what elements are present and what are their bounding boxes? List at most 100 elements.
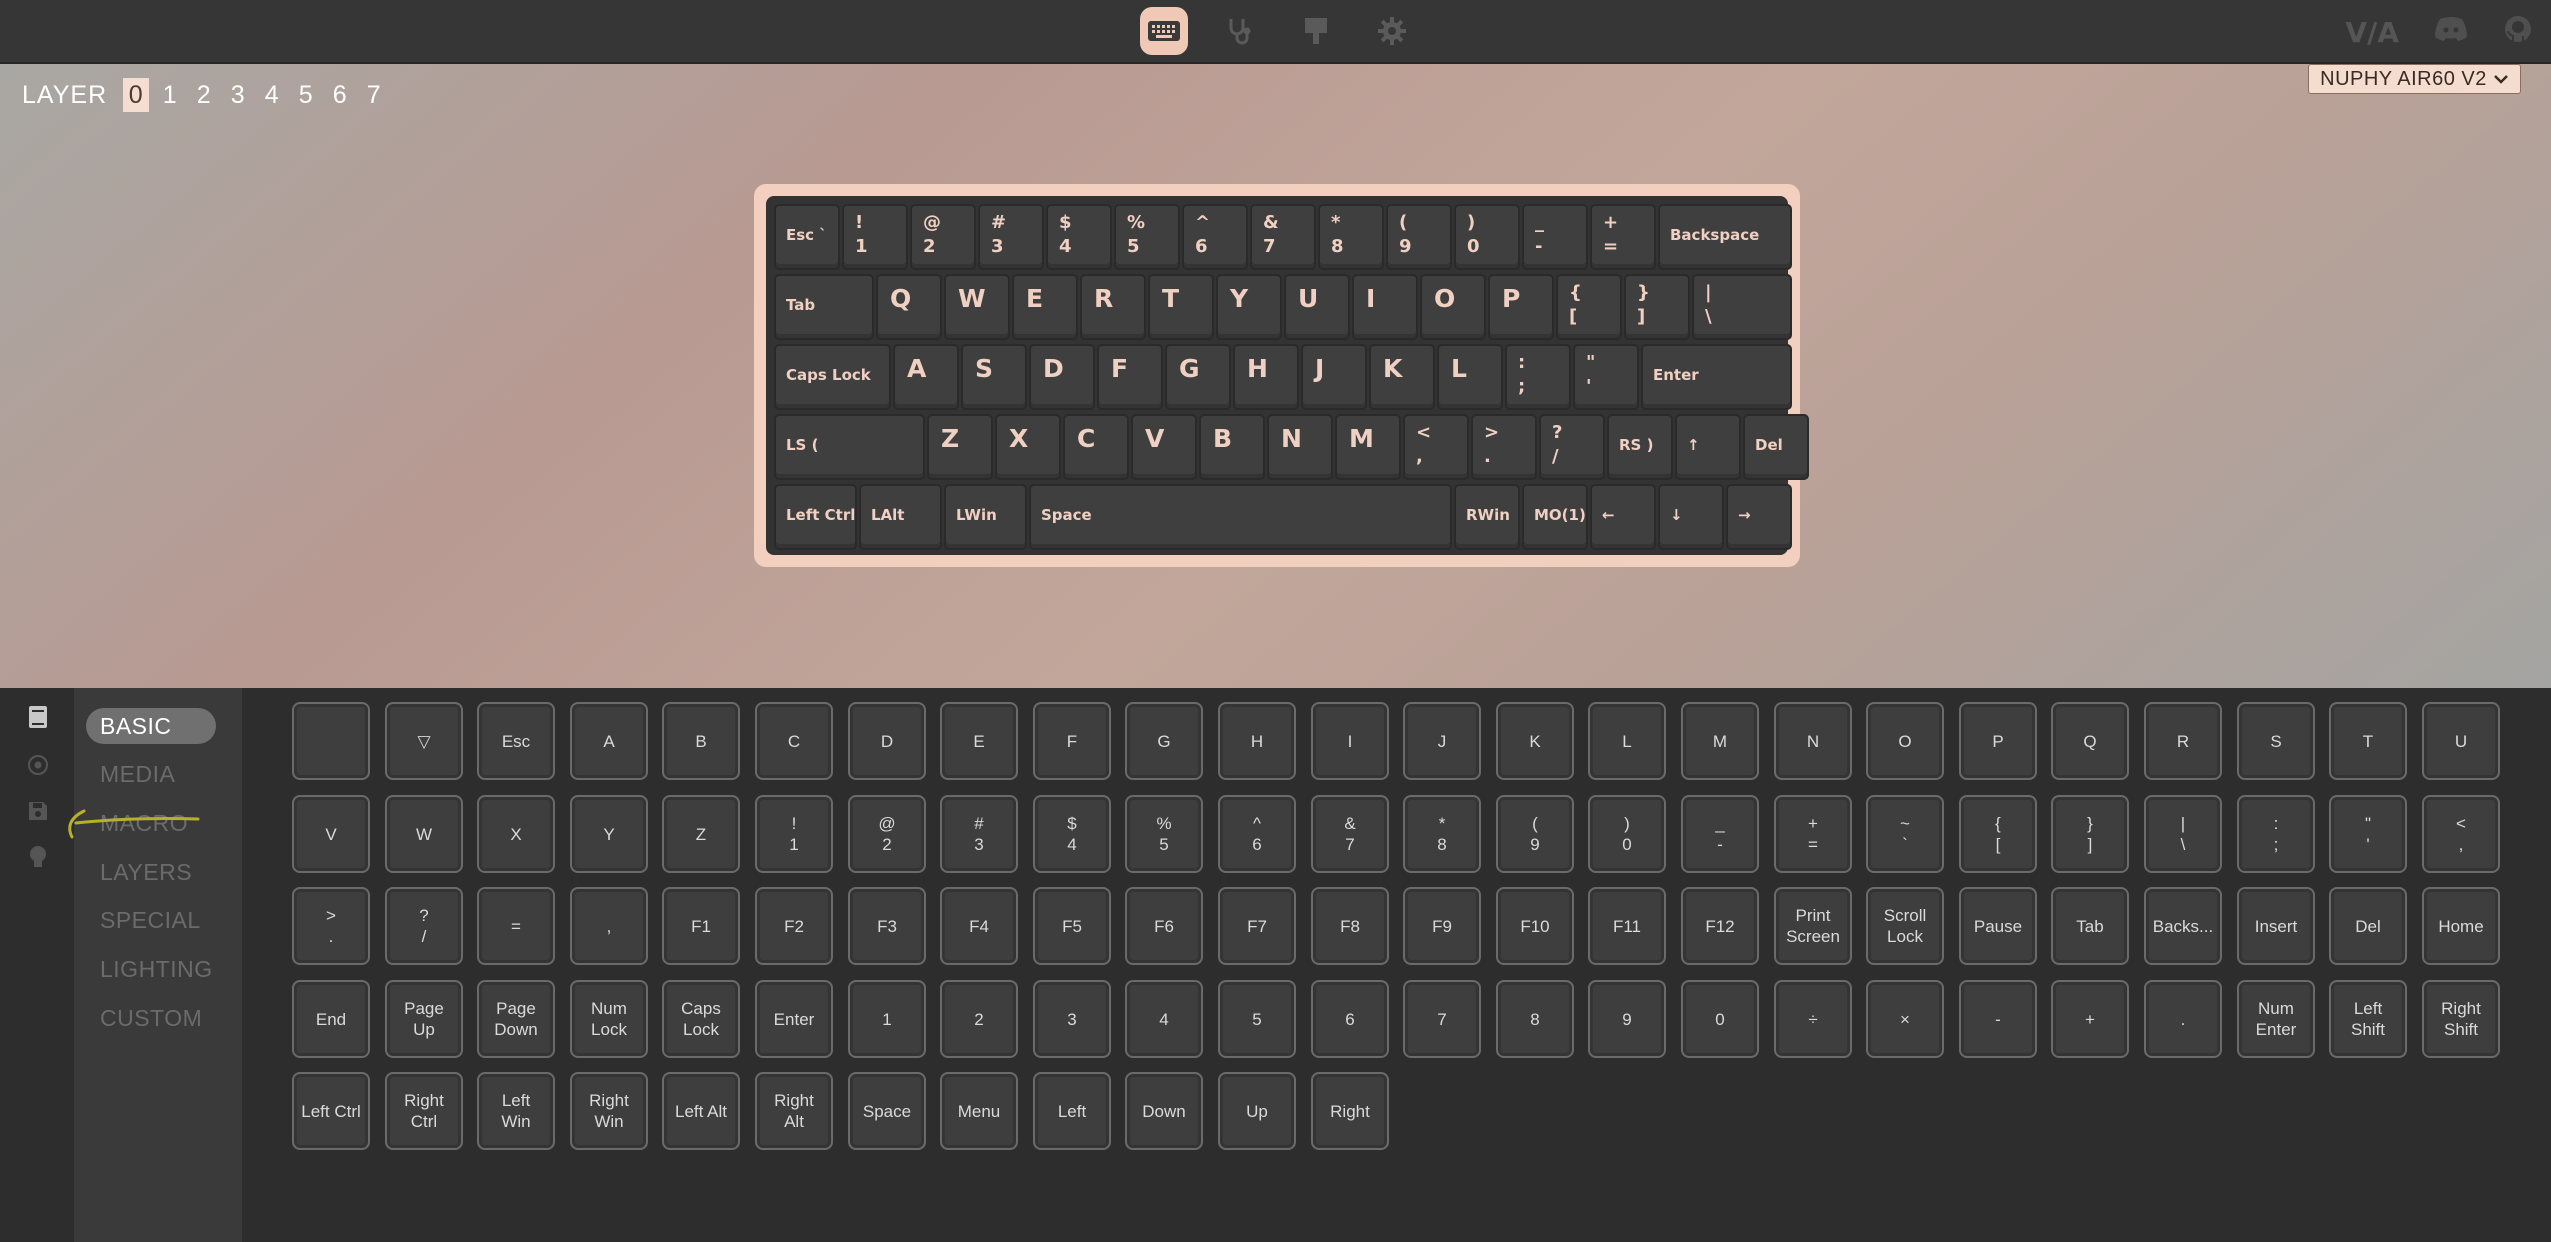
keycode-button[interactable]: R	[2144, 702, 2222, 780]
keymap-key[interactable]: B	[1199, 414, 1265, 480]
keymap-key[interactable]: }]	[1624, 274, 1690, 340]
keymap-key[interactable]: >.	[1471, 414, 1537, 480]
keycode-button[interactable]: | \	[2144, 795, 2222, 873]
keymap-key[interactable]: C	[1063, 414, 1129, 480]
keycode-button[interactable]: L	[1588, 702, 1666, 780]
keycode-button[interactable]: Left Ctrl	[292, 1072, 370, 1150]
keycode-button[interactable]: C	[755, 702, 833, 780]
keymap-key[interactable]: U	[1284, 274, 1350, 340]
keymap-key[interactable]: {[	[1556, 274, 1622, 340]
keycode-button[interactable]: 7	[1403, 980, 1481, 1058]
keymap-key[interactable]: | \	[1692, 274, 1792, 340]
keymap-key[interactable]: E	[1012, 274, 1078, 340]
layer-0-button[interactable]: 0	[123, 78, 150, 112]
keycode-button[interactable]: 3	[1033, 980, 1111, 1058]
keycode-button[interactable]: Left Win	[477, 1072, 555, 1150]
keycode-button[interactable]: Tab	[2051, 887, 2129, 965]
keymap-key[interactable]: X	[995, 414, 1061, 480]
keycode-button[interactable]: Left Shift	[2329, 980, 2407, 1058]
keymap-key[interactable]: LWin	[944, 484, 1027, 550]
keycode-button[interactable]: End	[292, 980, 370, 1058]
keycode-button[interactable]: 4	[1125, 980, 1203, 1058]
keycode-button[interactable]: E	[940, 702, 1018, 780]
keycode-button[interactable]: ^ 6	[1218, 795, 1296, 873]
keycode-button[interactable]: J	[1403, 702, 1481, 780]
keymap-key[interactable]: Space	[1029, 484, 1452, 550]
keymap-key[interactable]: ←	[1590, 484, 1656, 550]
menu-item-layers[interactable]: LAYERS	[86, 854, 216, 890]
keycode-button[interactable]: Left	[1033, 1072, 1111, 1150]
keycode-button[interactable]: F	[1033, 702, 1111, 780]
keycode-button[interactable]: O	[1866, 702, 1944, 780]
keymap-key[interactable]: + =	[1590, 204, 1656, 270]
keycode-button[interactable]: -	[1959, 980, 2037, 1058]
menu-item-media[interactable]: MEDIA	[86, 756, 216, 792]
keymap-key[interactable]: LAlt	[859, 484, 942, 550]
keymap-key[interactable]: ^ 6	[1182, 204, 1248, 270]
keymap-key[interactable]: $4	[1046, 204, 1112, 270]
keycode-button[interactable]: Menu	[940, 1072, 1018, 1150]
keyboard-select-dropdown[interactable]: NUPHY AIR60 V2	[2308, 64, 2521, 94]
keycode-button[interactable]: F8	[1311, 887, 1389, 965]
keycode-button[interactable]: Insert	[2237, 887, 2315, 965]
keymap-key[interactable]: →	[1726, 484, 1792, 550]
keycode-button[interactable]: F1	[662, 887, 740, 965]
keycode-button[interactable]: ( 9	[1496, 795, 1574, 873]
keycode-button[interactable]: & 7	[1311, 795, 1389, 873]
keycode-button[interactable]: F11	[1588, 887, 1666, 965]
keycode-button[interactable]: S	[2237, 702, 2315, 780]
keymap-key[interactable]: ) 0	[1454, 204, 1520, 270]
keycode-button[interactable]: P	[1959, 702, 2037, 780]
keycode-button[interactable]: Esc	[477, 702, 555, 780]
keycode-button[interactable]: Backs...	[2144, 887, 2222, 965]
keycode-button[interactable]: Page Up	[385, 980, 463, 1058]
keycode-button[interactable]: Down	[1125, 1072, 1203, 1150]
keycode-button[interactable]	[292, 702, 370, 780]
keycode-button[interactable]: Right Win	[570, 1072, 648, 1150]
keycode-button[interactable]: F9	[1403, 887, 1481, 965]
keycode-button[interactable]: > .	[292, 887, 370, 965]
keycode-button[interactable]: 1	[848, 980, 926, 1058]
keycode-button[interactable]: + =	[1774, 795, 1852, 873]
keycode-button[interactable]: M	[1681, 702, 1759, 780]
keycode-button[interactable]: # 3	[940, 795, 1018, 873]
keymap-key[interactable]: ? /	[1539, 414, 1605, 480]
keymap-key[interactable]: K	[1369, 344, 1435, 410]
stethoscope-icon[interactable]	[1216, 7, 1264, 55]
keymap-key[interactable]: MO(1)	[1522, 484, 1588, 550]
layer-5-button[interactable]: 5	[293, 78, 319, 112]
keycode-button[interactable]: Up	[1218, 1072, 1296, 1150]
keycode-button[interactable]: ? /	[385, 887, 463, 965]
keymap-key[interactable]: Y	[1216, 274, 1282, 340]
keycode-button[interactable]: ▽	[385, 702, 463, 780]
keycode-button[interactable]: Home	[2422, 887, 2500, 965]
keycode-button[interactable]: Right Ctrl	[385, 1072, 463, 1150]
keymap-key[interactable]: J	[1301, 344, 1367, 410]
keymap-key[interactable]: N	[1267, 414, 1333, 480]
keycode-button[interactable]: Left Alt	[662, 1072, 740, 1150]
keymap-key[interactable]: _ -	[1522, 204, 1588, 270]
keycode-button[interactable]: ×	[1866, 980, 1944, 1058]
save-icon[interactable]	[25, 798, 51, 824]
keycode-button[interactable]: Space	[848, 1072, 926, 1150]
keycode-button[interactable]: Q	[2051, 702, 2129, 780]
keymap-key[interactable]: ↓	[1658, 484, 1724, 550]
layer-2-button[interactable]: 2	[191, 78, 217, 112]
keycode-button[interactable]: F12	[1681, 887, 1759, 965]
keymap-key[interactable]: <,	[1403, 414, 1469, 480]
keymap-key[interactable]: @2	[910, 204, 976, 270]
gear-icon[interactable]	[1368, 7, 1416, 55]
keymap-key[interactable]: % 5	[1114, 204, 1180, 270]
github-icon[interactable]	[2503, 14, 2533, 51]
keymap-key[interactable]: D	[1029, 344, 1095, 410]
keycode-button[interactable]: F5	[1033, 887, 1111, 965]
target-icon[interactable]	[25, 752, 51, 778]
keymap-key[interactable]: O	[1420, 274, 1486, 340]
keymap-key[interactable]: L	[1437, 344, 1503, 410]
keymap-key[interactable]: Del	[1743, 414, 1809, 480]
keycode-button[interactable]: 8	[1496, 980, 1574, 1058]
keycode-button[interactable]: +	[2051, 980, 2129, 1058]
menu-item-special[interactable]: SPECIAL	[86, 902, 216, 938]
keycode-button[interactable]: Num Lock	[570, 980, 648, 1058]
keycode-button[interactable]: ! 1	[755, 795, 833, 873]
